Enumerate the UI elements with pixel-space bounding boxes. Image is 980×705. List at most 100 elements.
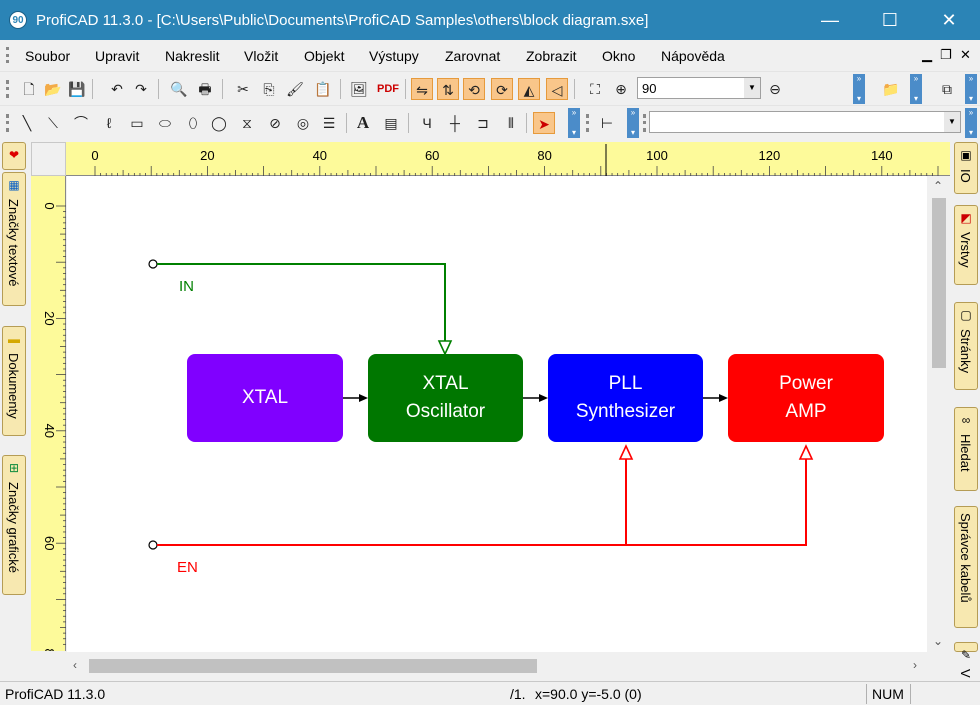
flip-vertical-icon[interactable]: ⇅	[437, 78, 459, 100]
tab-notes[interactable]: ✎ V	[954, 642, 978, 678]
tab-cable-manager[interactable]: Správce kabelů	[954, 506, 978, 628]
wire-tool-icon[interactable]: ℓ	[98, 112, 120, 134]
toolbar-expand-icon[interactable]: » ▾	[853, 74, 865, 104]
folder-icon[interactable]: 📁	[880, 78, 902, 100]
rotate-right-icon[interactable]: ⟳	[491, 78, 513, 100]
ellipse-tool-icon[interactable]: ⬯	[182, 112, 204, 134]
en-terminal[interactable]	[148, 540, 158, 550]
vertical-scroll-thumb[interactable]	[932, 198, 946, 368]
scroll-down-icon[interactable]: ⌄	[933, 634, 943, 648]
paragraph-tool-icon[interactable]: ▤	[380, 112, 402, 134]
transform-icon[interactable]: ⧉	[936, 78, 958, 100]
toolbar-expand-icon[interactable]: » ▾	[965, 108, 977, 138]
rotate-left-icon[interactable]: ⟲	[463, 78, 485, 100]
mdi-restore-icon[interactable]: ❐	[940, 47, 952, 63]
block-xtal-oscillator[interactable]: XTAL Oscillator	[368, 354, 523, 442]
redo-icon[interactable]: ↷	[130, 78, 152, 100]
block-pll-synthesizer[interactable]: PLL Synthesizer	[548, 354, 703, 442]
menu-zobrazit[interactable]: Zobrazit	[526, 48, 577, 64]
close-button[interactable]: ✕	[920, 0, 978, 40]
maximize-button[interactable]: ☐	[861, 0, 919, 40]
mirror-icon[interactable]: ◭	[518, 78, 540, 100]
toolbar-expand-icon[interactable]: » ▾	[568, 108, 580, 138]
hourglass-tool-icon[interactable]: ⧖	[236, 112, 258, 134]
block-power-amp[interactable]: Power AMP	[728, 354, 884, 442]
mdi-close-icon[interactable]: ✕	[960, 47, 971, 63]
drawing-canvas[interactable]: XTAL XTAL Oscillator PLL Synthesizer Pow…	[67, 176, 927, 652]
mdi-minimize-icon[interactable]: ▁	[922, 47, 932, 63]
tab-search[interactable]: ∞ Hledat	[954, 407, 978, 491]
zoom-fit-icon[interactable]: ⛶	[584, 78, 606, 100]
menu-upravit[interactable]: Upravit	[95, 48, 139, 64]
new-file-icon[interactable]: 🗋	[18, 78, 40, 100]
tab-text-symbols[interactable]: ▦ Značky textové	[2, 172, 26, 306]
export-image-icon[interactable]: 🖼	[348, 78, 370, 100]
horizontal-scroll-thumb[interactable]	[89, 659, 537, 673]
hatch-tool-icon[interactable]: ☰	[318, 112, 340, 134]
tab-io[interactable]: ▣ IO	[954, 142, 978, 194]
menu-nakreslit[interactable]: Nakreslit	[165, 48, 219, 64]
open-folder-icon[interactable]: 📂	[42, 78, 64, 100]
junction-icon[interactable]: ┼	[444, 112, 466, 134]
flip-horizontal-icon[interactable]: ⇋	[411, 78, 433, 100]
export-pdf-button[interactable]: PDF	[374, 78, 402, 100]
chevron-down-icon[interactable]: ▼	[944, 112, 960, 132]
lens-tool-icon[interactable]: ⊘	[264, 112, 286, 134]
en-wire[interactable]	[157, 459, 807, 546]
rounded-rect-tool-icon[interactable]: ⬭	[154, 112, 176, 134]
undo-icon[interactable]: ↶	[106, 78, 128, 100]
print-preview-icon[interactable]: 🔍	[168, 78, 190, 100]
text-tool-button[interactable]: A	[352, 112, 374, 134]
eye-tool-icon[interactable]: ◎	[292, 112, 314, 134]
menu-okno[interactable]: Okno	[602, 48, 635, 64]
copy-icon[interactable]: ⎘	[258, 78, 280, 100]
save-icon[interactable]: 💾	[66, 78, 88, 100]
layer-combo[interactable]: ▼	[649, 111, 961, 133]
polyline-tool-icon[interactable]: ⟍	[42, 112, 64, 134]
format-brush-icon[interactable]: 🖌	[284, 78, 306, 100]
chevron-down-icon[interactable]: ▼	[744, 78, 760, 98]
vertical-scrollbar[interactable]: ⌃ ⌄	[928, 176, 950, 652]
menu-vystupy[interactable]: Výstupy	[369, 48, 419, 64]
menu-vlozit[interactable]: Vložit	[244, 48, 278, 64]
wire-corner-icon[interactable]: Ч	[416, 112, 438, 134]
dimension-tool-icon[interactable]: ⊢	[596, 112, 618, 134]
tab-pages[interactable]: ▢ Stránky	[954, 302, 978, 390]
in-wire[interactable]	[157, 263, 446, 341]
menu-grip[interactable]	[6, 47, 9, 63]
scroll-right-icon[interactable]: ›	[913, 658, 917, 672]
toolbar-expand-icon[interactable]: » ▾	[627, 108, 639, 138]
menu-zarovnat[interactable]: Zarovnat	[445, 48, 500, 64]
minimize-button[interactable]: —	[801, 0, 859, 40]
in-terminal[interactable]	[148, 259, 158, 269]
favorites-tab[interactable]: ❤	[2, 142, 26, 170]
select-arrow-icon[interactable]: ➤	[533, 112, 555, 134]
zoom-in-icon[interactable]: ⊕	[610, 78, 632, 100]
zoom-out-icon[interactable]: ⊖	[764, 78, 786, 100]
menu-soubor[interactable]: Soubor	[25, 48, 70, 64]
horizontal-scrollbar[interactable]: ‹ ›	[67, 655, 928, 677]
menu-napoveda[interactable]: Nápověda	[661, 48, 725, 64]
print-icon[interactable]: 🖶	[194, 78, 216, 100]
scroll-left-icon[interactable]: ‹	[73, 658, 77, 672]
cut-icon[interactable]: ✂	[232, 78, 254, 100]
arc-tool-icon[interactable]: ⌒	[70, 112, 92, 134]
line-tool-icon[interactable]: ╲	[16, 112, 38, 134]
toolbar-grip[interactable]	[643, 114, 646, 132]
zoom-combo[interactable]: 90 ▼	[637, 77, 761, 99]
paste-icon[interactable]: 📋	[312, 78, 334, 100]
connector-icon[interactable]: ⊐	[472, 112, 494, 134]
toolbar-grip[interactable]	[586, 114, 589, 132]
scroll-up-icon[interactable]: ⌃	[933, 179, 943, 193]
toolbar-grip[interactable]	[6, 114, 9, 132]
mirror-left-icon[interactable]: ◁	[546, 78, 568, 100]
toolbar-expand-icon[interactable]: » ▾	[910, 74, 922, 104]
toolbar-grip[interactable]	[6, 80, 9, 98]
tab-graphic-symbols[interactable]: ⊞ Značky grafické	[2, 455, 26, 595]
rectangle-tool-icon[interactable]: ▭	[126, 112, 148, 134]
app-logo-icon[interactable]: 90	[9, 11, 27, 29]
cable-bus-icon[interactable]: ⦀	[500, 112, 522, 134]
tab-layers[interactable]: ◩ Vrstvy	[954, 205, 978, 285]
toolbar-expand-icon[interactable]: » ▾	[965, 74, 977, 104]
menu-objekt[interactable]: Objekt	[304, 48, 344, 64]
